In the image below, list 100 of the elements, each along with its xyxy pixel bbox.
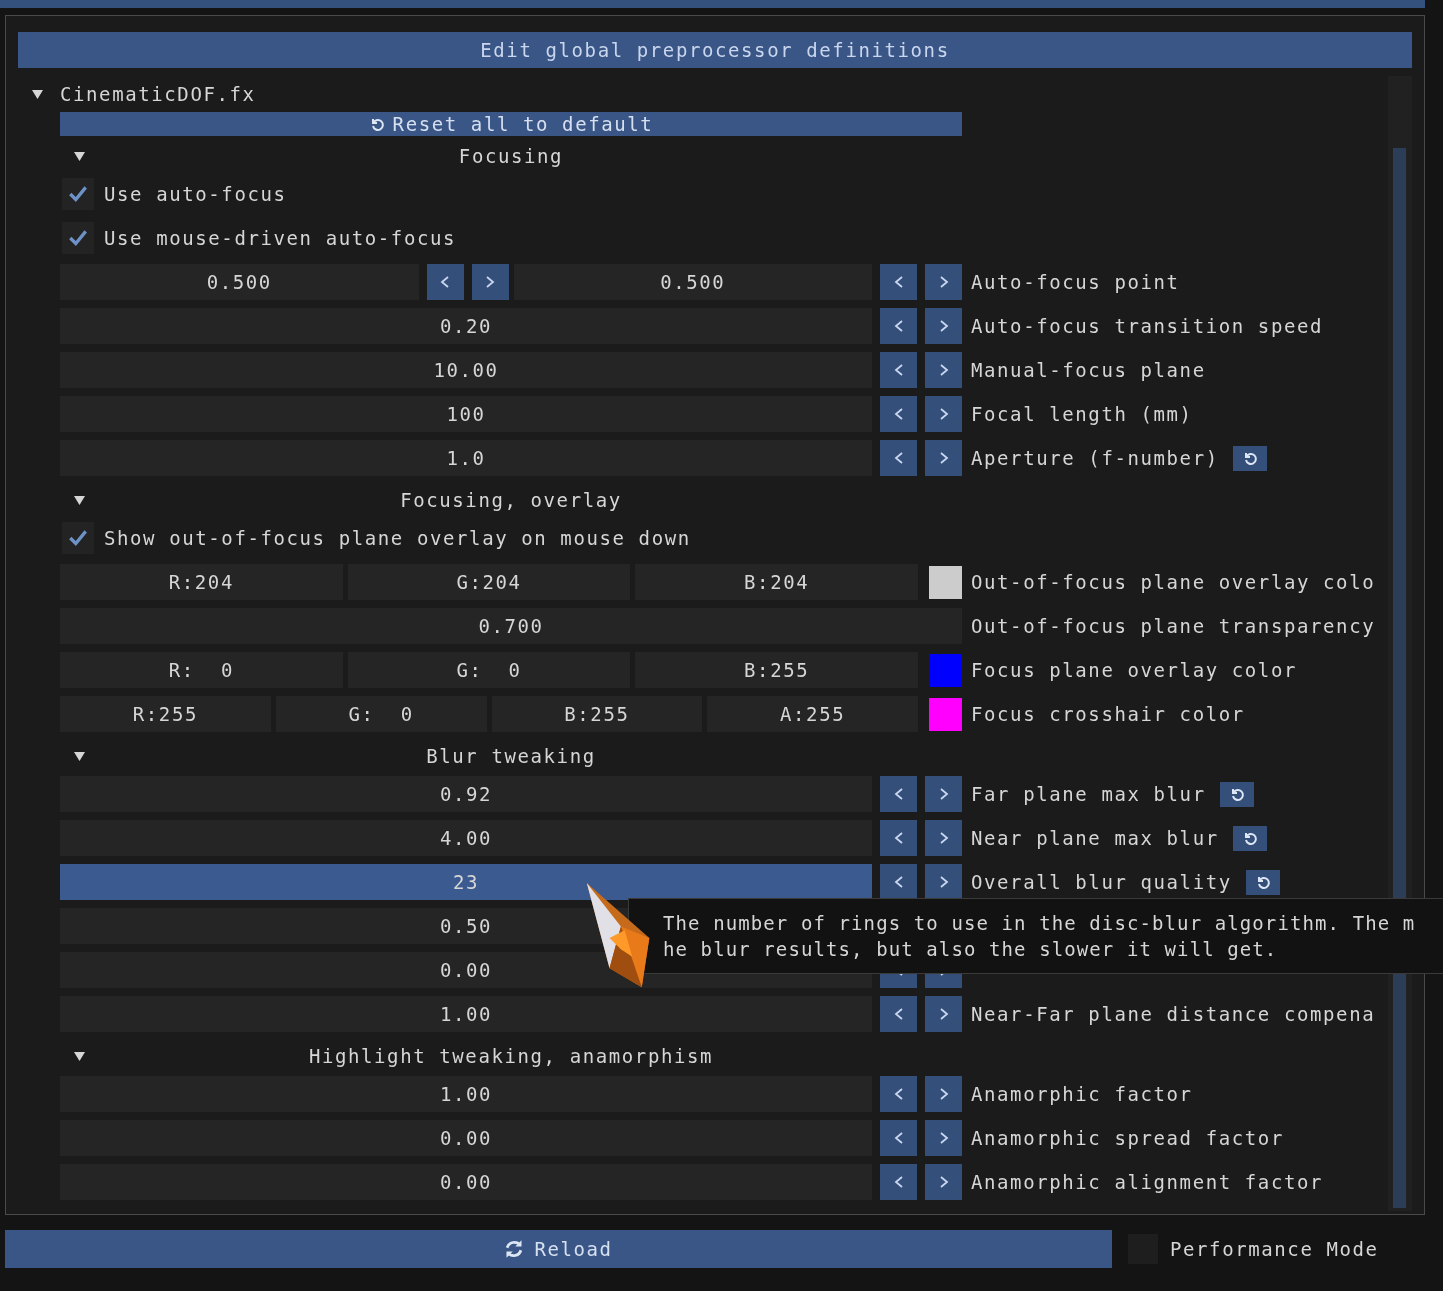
triangle-down-icon[interactable] [74,150,85,162]
checkbox[interactable] [62,522,94,554]
color-channel-field[interactable]: B:255 [635,652,918,688]
triangle-down-icon[interactable] [32,88,43,100]
color-channel-field[interactable]: B:255 [491,696,703,732]
checkmark-icon [67,527,89,549]
setting-label: Focus plane overlay color [971,659,1297,681]
increment-button[interactable] [925,440,962,476]
section-header[interactable]: Highlight tweaking, anamorphism [308,1045,714,1067]
refresh-icon [504,1239,525,1259]
increment-button[interactable] [925,820,962,856]
chevron-left-icon [893,364,904,376]
chevron-right-icon [938,1008,949,1020]
reset-button[interactable] [1245,869,1280,895]
color-swatch[interactable] [929,565,962,599]
drag-field[interactable]: 1.0 [60,440,872,476]
decrement-button[interactable] [426,264,464,300]
chevron-right-icon [938,832,949,844]
reset-all-button[interactable]: Reset all to default [60,112,962,136]
setting-label: Auto-focus point [971,271,1180,293]
decrement-button[interactable] [880,1076,917,1112]
increment-button[interactable] [925,1120,962,1156]
triangle-down-icon[interactable] [74,1050,85,1062]
checkbox[interactable] [62,178,94,210]
setting-label: Anamorphic spread factor [971,1127,1284,1149]
increment-button[interactable] [925,352,962,388]
setting-label: Manual-focus plane [971,359,1206,381]
checkbox-label: Performance Mode [1170,1238,1379,1260]
increment-button[interactable] [925,1076,962,1112]
increment-button[interactable] [925,396,962,432]
chevron-right-icon [938,1088,949,1100]
triangle-down-icon[interactable] [74,750,85,762]
increment-button[interactable] [925,264,962,300]
reset-button[interactable] [1219,781,1254,807]
decrement-button[interactable] [880,864,917,900]
increment-button[interactable] [925,1164,962,1200]
decrement-button[interactable] [880,264,917,300]
setting-label: Overall blur quality [971,871,1232,893]
drag-field[interactable]: 0.500 [513,264,872,300]
drag-field[interactable]: 0.00 [60,1164,872,1200]
reload-button[interactable]: Reload [5,1230,1112,1268]
decrement-button[interactable] [880,776,917,812]
color-channel-field[interactable]: G: 0 [275,696,487,732]
color-channel-field[interactable]: R:204 [60,564,343,600]
decrement-button[interactable] [880,1120,917,1156]
increment-button[interactable] [925,776,962,812]
chevron-left-icon [893,276,904,288]
triangle-down-icon[interactable] [74,494,85,506]
drag-field[interactable]: 0.00 [60,1120,872,1156]
chevron-right-icon [938,408,949,420]
increment-button[interactable] [925,308,962,344]
drag-field[interactable]: 4.00 [60,820,872,856]
drag-field[interactable]: 10.00 [60,352,872,388]
color-channel-field[interactable]: A:255 [707,696,918,732]
decrement-button[interactable] [880,352,917,388]
checkbox-label: Use auto-focus [104,183,287,205]
checkbox[interactable] [62,222,94,254]
chevron-left-icon [893,1176,904,1188]
chevron-left-icon [893,876,904,888]
reset-button[interactable] [1232,825,1267,851]
setting-label: Focus crosshair color [971,703,1245,725]
decrement-button[interactable] [880,996,917,1032]
drag-field[interactable]: 0.92 [60,776,872,812]
decrement-button[interactable] [880,396,917,432]
color-swatch[interactable] [929,653,962,687]
decrement-button[interactable] [880,308,917,344]
drag-field[interactable]: 0.700 [60,608,962,644]
increment-button[interactable] [925,864,962,900]
drag-field[interactable]: 1.00 [60,996,872,1032]
section-header[interactable]: Focusing, overlay [400,489,622,511]
decrement-button[interactable] [880,820,917,856]
reset-button[interactable] [1232,445,1267,471]
drag-field[interactable]: 0.20 [60,308,872,344]
tree-node-label[interactable]: CinematicDOF.fx [60,83,256,105]
drag-field[interactable]: 1.00 [60,1076,872,1112]
drag-field[interactable]: 0.500 [60,264,419,300]
decrement-button[interactable] [880,1164,917,1200]
color-channel-field[interactable]: G:204 [347,564,631,600]
section-header[interactable]: Blur tweaking [426,745,596,767]
color-channel-field[interactable]: R:255 [60,696,271,732]
checkbox-label: Use mouse-driven auto-focus [104,227,457,249]
chevron-right-icon [938,364,949,376]
setting-label: Near-Far plane distance compena [971,1003,1376,1025]
increment-button[interactable] [471,264,509,300]
drag-field[interactable]: 100 [60,396,872,432]
color-channel-field[interactable]: R: 0 [60,652,343,688]
setting-label: Anamorphic alignment factor [971,1171,1324,1193]
section-header[interactable]: Focusing [458,145,564,167]
chevron-left-icon [893,832,904,844]
color-channel-field[interactable]: G: 0 [347,652,631,688]
chevron-left-icon [893,320,904,332]
color-channel-field[interactable]: B:204 [635,564,918,600]
increment-button[interactable] [925,996,962,1032]
scrollbar[interactable] [1388,76,1412,1211]
color-swatch[interactable] [929,697,962,731]
chevron-right-icon [938,320,949,332]
chevron-right-icon [938,276,949,288]
decrement-button[interactable] [880,440,917,476]
section-title-bar: Edit global preprocessor definitions [18,32,1412,68]
drag-field[interactable]: 23 [60,864,872,900]
